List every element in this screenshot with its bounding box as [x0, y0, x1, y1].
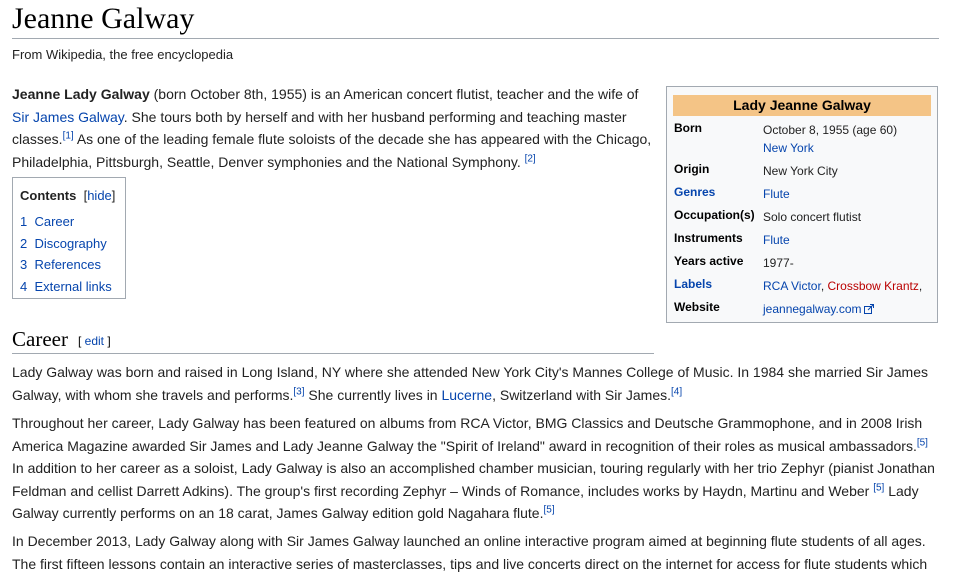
link-new-york[interactable]: New York	[763, 141, 814, 155]
ref-4[interactable]: [4]	[671, 386, 682, 397]
career-paragraph-1: Lady Galway was born and raised in Long …	[12, 364, 929, 403]
toc-item-career[interactable]: 1 Career	[20, 211, 118, 233]
toc-item-external-links[interactable]: 4 External links	[20, 276, 118, 298]
ref-5[interactable]: [5]	[544, 504, 555, 515]
link-website[interactable]: jeannegalway.com	[763, 302, 862, 316]
intro-text: As one of the leading female flute soloi…	[12, 131, 652, 170]
section-divider	[12, 353, 654, 354]
intro-paragraph: Jeanne Lady Galway (born October 8th, 19…	[12, 83, 657, 173]
table-of-contents: Contents [hide] 1 Career 2 Discography 3…	[12, 177, 126, 299]
toc-item-references[interactable]: 3 References	[20, 254, 118, 276]
toc-item-discography[interactable]: 2 Discography	[20, 233, 118, 255]
infobox: Lady Jeanne Galway Born October 8, 1955 …	[666, 86, 938, 323]
link-rca-victor[interactable]: RCA Victor	[763, 279, 821, 293]
link-genres[interactable]: Genres	[674, 185, 715, 199]
ref-3[interactable]: [3]	[293, 386, 304, 397]
toc-hide-link[interactable]: hide	[87, 188, 112, 203]
link-sir-james-galway[interactable]: Sir James Galway	[12, 109, 124, 125]
link-lucerne[interactable]: Lucerne	[441, 387, 492, 403]
link-labels[interactable]: Labels	[674, 277, 712, 291]
link-flute-instrument[interactable]: Flute	[763, 231, 933, 249]
page-title: Jeanne Galway	[12, 2, 195, 35]
tagline: From Wikipedia, the free encyclopedia	[12, 47, 234, 62]
external-link-icon	[863, 304, 874, 314]
infobox-heading: Lady Jeanne Galway	[673, 95, 931, 116]
toc-title: Contents	[20, 188, 77, 203]
intro-text: (born October 8th, 1955) is an American …	[149, 86, 639, 102]
ref-2[interactable]: [2]	[525, 153, 536, 164]
edit-section-link[interactable]: edit	[85, 334, 104, 348]
title-divider	[12, 38, 939, 39]
section-heading-career: Career[ edit ]	[12, 327, 111, 351]
ref-5[interactable]: [5]	[873, 482, 884, 493]
subject-name: Jeanne Lady Galway	[12, 86, 150, 102]
link-crossbow-krantz[interactable]: Crossbow Krantz	[827, 279, 918, 293]
career-paragraph-3: In December 2013, Lady Galway along with…	[12, 533, 928, 572]
career-paragraph-2: Throughout her career, Lady Galway has b…	[12, 415, 935, 521]
link-flute-genre[interactable]: Flute	[763, 185, 933, 203]
ref-1[interactable]: [1]	[63, 130, 74, 141]
ref-5[interactable]: [5]	[917, 437, 928, 448]
